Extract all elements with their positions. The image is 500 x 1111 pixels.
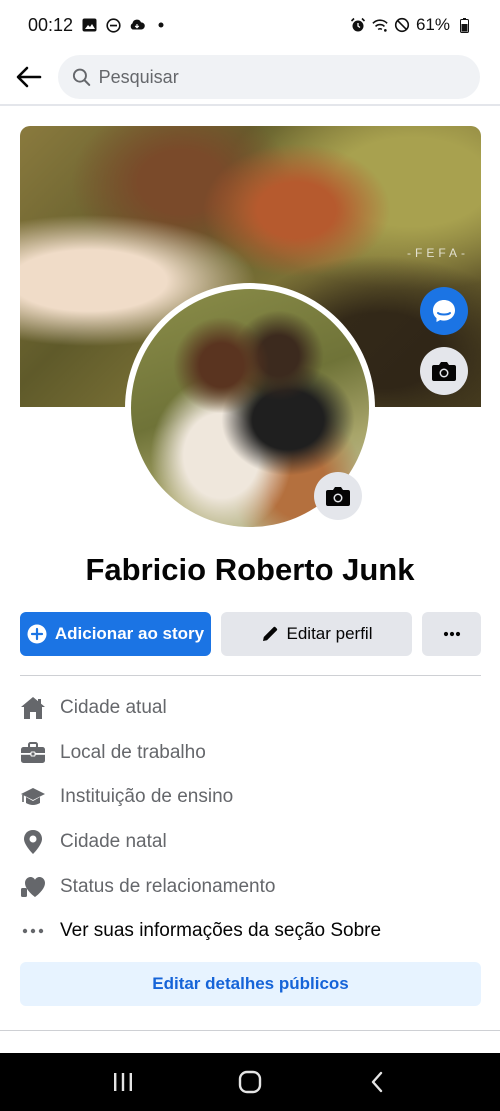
more-options-button[interactable] — [422, 612, 481, 656]
status-bar: 00:12 61% — [0, 0, 500, 50]
detail-hometown[interactable]: Cidade natal — [20, 820, 481, 865]
gallery-icon — [81, 17, 97, 33]
wifi-icon — [372, 17, 388, 33]
home-circle-icon — [238, 1070, 262, 1094]
battery-icon — [456, 17, 472, 33]
profile-actions: Adicionar ao story Editar perfil — [20, 612, 481, 656]
divider — [0, 1030, 500, 1031]
briefcase-icon — [20, 740, 46, 766]
messenger-button[interactable] — [420, 287, 468, 335]
top-bar — [0, 50, 500, 106]
graduation-cap-icon — [20, 784, 46, 810]
plus-circle-icon — [27, 624, 47, 644]
camera-icon — [326, 487, 350, 506]
more-horizontal-icon — [443, 631, 460, 637]
detail-current-city[interactable]: Cidade atual — [20, 686, 481, 731]
edit-public-details-label: Editar detalhes públicos — [152, 974, 349, 993]
detail-label: Ver suas informações da seção Sobre — [60, 920, 382, 942]
detail-label: Status de relacionamento — [60, 875, 276, 897]
notification-dot-icon — [153, 17, 169, 33]
detail-label: Local de trabalho — [60, 741, 206, 763]
pencil-icon — [262, 626, 277, 641]
more-dots-icon — [20, 918, 46, 944]
house-icon — [20, 695, 46, 721]
back-arrow-icon — [16, 66, 42, 88]
messenger-icon — [433, 300, 455, 322]
recent-apps-icon — [114, 1073, 133, 1091]
blocked-icon — [394, 17, 410, 33]
back-button[interactable] — [14, 62, 44, 92]
profile-name: Fabricio Roberto Junk — [85, 552, 415, 587]
detail-label: Cidade natal — [60, 831, 167, 853]
battery-percentage: 61% — [415, 15, 450, 34]
see-about-info-link[interactable]: Ver suas informações da seção Sobre — [20, 909, 481, 954]
cover-watermark: -FEFA- — [407, 246, 469, 260]
dnd-icon — [105, 17, 121, 33]
location-pin-icon — [20, 829, 46, 855]
camera-icon — [432, 362, 456, 381]
search-icon — [72, 68, 91, 86]
search-box[interactable] — [58, 55, 480, 99]
detail-relationship[interactable]: Status de relacionamento — [20, 864, 481, 909]
search-input[interactable] — [98, 66, 466, 88]
edit-profile-button[interactable]: Editar perfil — [221, 612, 412, 656]
home-button[interactable] — [220, 1053, 280, 1111]
chevron-left-icon — [371, 1071, 382, 1093]
add-to-story-button[interactable]: Adicionar ao story — [20, 612, 211, 656]
system-navigation-bar — [0, 1053, 500, 1111]
detail-label: Cidade atual — [60, 697, 167, 719]
detail-school[interactable]: Instituição de ensino — [20, 775, 481, 820]
recent-apps-button[interactable] — [93, 1053, 153, 1111]
add-to-story-label: Adicionar ao story — [54, 624, 205, 643]
back-nav-button[interactable] — [347, 1053, 407, 1111]
edit-public-details-button[interactable]: Editar detalhes públicos — [20, 962, 481, 1006]
detail-label: Instituição de ensino — [60, 786, 234, 808]
detail-workplace[interactable]: Local de trabalho — [20, 731, 481, 776]
cloud-sync-icon — [129, 17, 145, 33]
alarm-icon — [350, 17, 366, 33]
heart-icon — [20, 874, 46, 900]
divider — [20, 675, 481, 676]
status-time: 00:12 — [28, 14, 74, 35]
profile-details-list: Cidade atual Local de trabalho Instituiç… — [20, 686, 481, 954]
profile-picture-camera-button[interactable] — [314, 472, 362, 520]
cover-camera-button[interactable] — [420, 347, 468, 395]
edit-profile-label: Editar perfil — [286, 624, 373, 643]
